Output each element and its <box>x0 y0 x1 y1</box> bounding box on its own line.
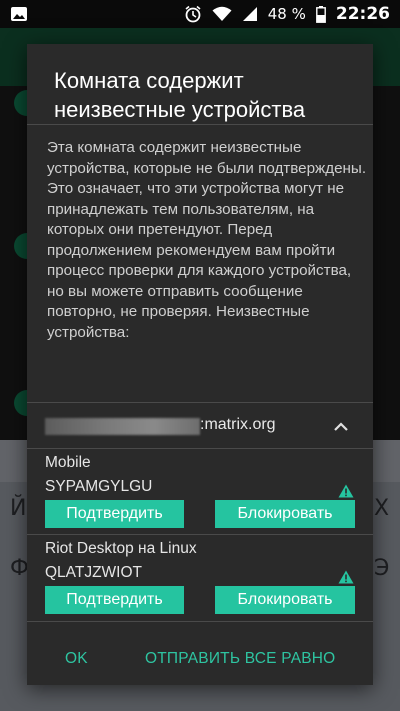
divider <box>27 621 373 622</box>
key: Х <box>374 496 390 521</box>
alarm-icon <box>185 5 201 23</box>
blurred-user-id <box>45 418 200 435</box>
dialog-title: Комната содержит неизвестные устройства <box>54 68 306 122</box>
wifi-icon <box>212 6 232 21</box>
block-button[interactable]: Блокировать <box>215 500 355 528</box>
warning-icon <box>338 484 354 498</box>
divider <box>27 534 373 535</box>
status-bar: 48 % 22:26 <box>0 0 400 28</box>
battery-icon <box>315 5 326 23</box>
ok-button[interactable]: OK <box>65 650 88 668</box>
divider <box>27 448 373 449</box>
verify-button[interactable]: Подтвердить <box>45 500 184 528</box>
battery-percent: 48 % <box>267 5 306 23</box>
divider <box>27 124 373 125</box>
device-name: Riot Desktop на Linux <box>45 540 197 557</box>
device-id: QLATJZWIOT <box>45 564 143 581</box>
image-icon <box>11 7 27 21</box>
device-id: SYPAMGYLGU <box>45 478 153 495</box>
signal-icon <box>242 7 257 21</box>
device-item: Riot Desktop на Linux QLATJZWIOT Подтвер… <box>27 536 373 622</box>
key: Й <box>10 496 27 521</box>
dialog-description: Эта комната содержит неизвестные устройс… <box>47 139 367 341</box>
key: Э <box>374 556 390 581</box>
chevron-up-icon[interactable] <box>333 419 349 435</box>
status-left <box>10 6 28 22</box>
verify-button[interactable]: Подтвердить <box>45 586 184 614</box>
clock: 22:26 <box>335 4 390 24</box>
device-name: Mobile <box>45 454 91 471</box>
device-item: Mobile SYPAMGYLGU Подтвердить Блокироват… <box>27 450 373 536</box>
send-anyway-button[interactable]: ОТПРАВИТЬ ВСЕ РАВНО <box>145 650 335 668</box>
block-button[interactable]: Блокировать <box>215 586 355 614</box>
user-row[interactable]: :matrix.org <box>27 406 373 448</box>
warning-icon <box>338 570 354 584</box>
user-domain: :matrix.org <box>200 416 276 433</box>
unknown-devices-dialog: Комната содержит неизвестные устройства … <box>27 44 373 685</box>
divider <box>27 402 373 403</box>
dialog-actions: OK ОТПРАВИТЬ ВСЕ РАВНО <box>27 634 373 685</box>
status-right: 48 % 22:26 <box>184 4 390 24</box>
